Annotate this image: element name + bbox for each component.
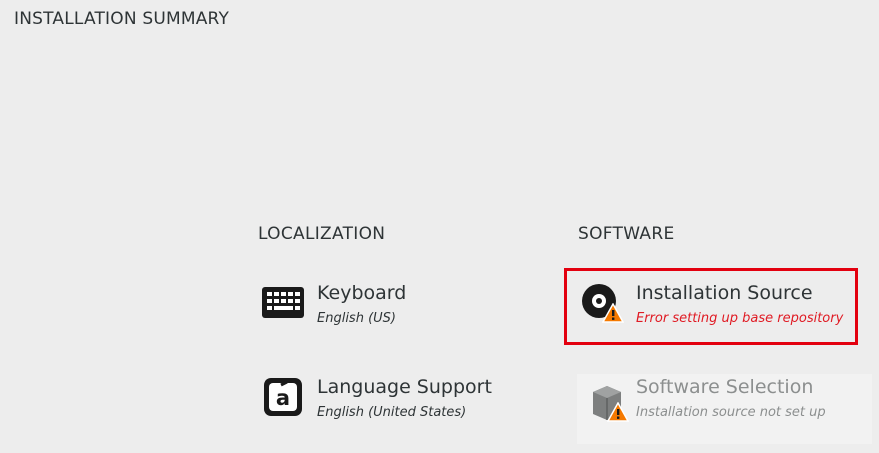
localization-heading: LOCALIZATION (258, 224, 386, 244)
language-support-status: English (United States) (317, 405, 467, 420)
software-selection-spoke: Software Selection Installation source n… (577, 374, 872, 444)
keyboard-spoke[interactable]: Keyboard English (US) (260, 280, 520, 336)
software-selection-title: Software Selection (636, 376, 814, 398)
keyboard-title: Keyboard (317, 282, 407, 304)
software-heading: SOFTWARE (578, 224, 675, 244)
keyboard-icon (260, 280, 304, 324)
software-selection-status: Installation source not set up (636, 405, 826, 420)
language-icon: a (260, 374, 304, 418)
keyboard-status: English (US) (317, 311, 396, 326)
language-support-spoke[interactable]: a Language Support English (United State… (260, 374, 540, 430)
svg-text:a: a (276, 386, 290, 410)
page-title: INSTALLATION SUMMARY (14, 9, 230, 29)
installation-source-status: Error setting up base repository (636, 311, 844, 326)
warning-icon (601, 302, 625, 323)
installation-source-title: Installation Source (636, 282, 813, 304)
language-support-title: Language Support (317, 376, 492, 398)
installation-source-spoke[interactable]: Installation Source Error setting up bas… (578, 280, 853, 340)
warning-icon (606, 401, 630, 422)
